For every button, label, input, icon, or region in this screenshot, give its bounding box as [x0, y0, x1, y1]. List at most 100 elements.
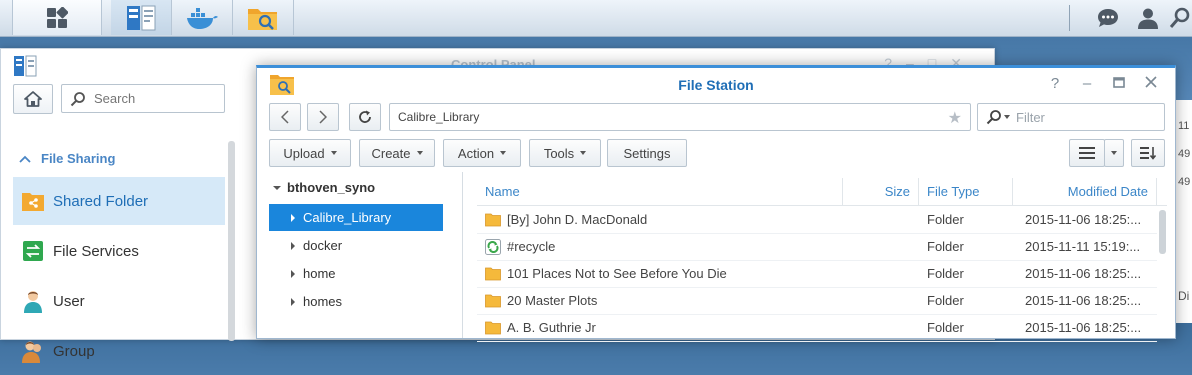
path-field[interactable]: Calibre_Library ★ [389, 103, 971, 131]
tree-node-calibre-library[interactable]: Calibre_Library [269, 204, 443, 231]
file-type-cell: Folder [927, 266, 964, 281]
home-icon [24, 91, 42, 107]
column-name[interactable]: Name [477, 178, 843, 205]
column-file-type[interactable]: File Type [919, 178, 1013, 205]
maximize-button[interactable] [1103, 74, 1135, 94]
folder-tree: bthoven_syno Calibre_Library docker home… [257, 172, 463, 338]
taskbar [0, 0, 1192, 37]
file-type-cell: Folder [927, 293, 964, 308]
chevron-down-icon [580, 151, 587, 155]
sidebar-item-group[interactable]: Group [13, 327, 225, 375]
sidebar-item-file-services[interactable]: File Services [13, 227, 225, 275]
edge-text: 49 [1178, 176, 1191, 188]
minimize-button[interactable]: – [1071, 74, 1103, 94]
favorite-star-icon[interactable]: ★ [948, 108, 962, 128]
section-label: File Sharing [41, 151, 116, 166]
main-menu-button[interactable] [12, 0, 102, 35]
table-row[interactable]: 20 Master Plots Folder 2015-11-06 18:25:… [477, 287, 1157, 315]
chevron-left-icon [281, 110, 289, 124]
file-name-cell: A. B. Guthrie Jr [485, 314, 841, 341]
file-station-titlebar[interactable]: File Station ? – [257, 68, 1175, 102]
tools-button[interactable]: Tools [529, 139, 601, 167]
back-button[interactable] [269, 103, 301, 131]
window-controls: ? – [1039, 74, 1167, 94]
taskbar-divider [1069, 5, 1070, 31]
control-panel-icon [127, 5, 156, 30]
tree-node-homes[interactable]: homes [269, 288, 443, 315]
tree-node-home[interactable]: home [269, 260, 443, 287]
modified-date-cell: 2015-11-11 15:19:... [1025, 239, 1141, 254]
taskbar-control-panel[interactable] [111, 0, 172, 35]
search-icon [1169, 7, 1190, 28]
file-name: 20 Master Plots [507, 293, 598, 308]
tree-root[interactable]: bthoven_syno [273, 180, 375, 195]
action-label: Action [457, 145, 495, 161]
table-row[interactable]: #recycle Folder 2015-11-11 15:19:... [477, 233, 1157, 261]
list-view-icon [1079, 147, 1095, 159]
sidebar-item-label: Shared Folder [53, 192, 149, 210]
column-size[interactable]: Size [843, 178, 919, 205]
view-mode-button[interactable] [1069, 139, 1105, 167]
table-row[interactable]: 101 Places Not to See Before You Die Fol… [477, 260, 1157, 288]
chevron-up-icon [19, 155, 31, 163]
file-station-title: File Station [678, 77, 754, 93]
control-panel-search-input[interactable] [92, 90, 216, 107]
file-list-header: Name Size File Type Modified Date [477, 178, 1167, 206]
chevron-down-icon [1111, 151, 1117, 155]
edge-text: 49 [1178, 148, 1191, 160]
table-row[interactable]: [By] John D. MacDonald Folder 2015-11-06… [477, 206, 1157, 234]
file-list: Name Size File Type Modified Date [By] J… [477, 172, 1167, 342]
upload-button[interactable]: Upload [269, 139, 351, 167]
file-name-cell: #recycle [485, 233, 841, 260]
notifications-button[interactable] [1088, 0, 1128, 36]
file-type-cell: Folder [927, 320, 964, 335]
maximize-icon [1113, 77, 1125, 88]
sort-icon [1140, 147, 1156, 160]
table-row[interactable]: A. B. Guthrie Jr Folder 2015-11-06 18:25… [477, 314, 1157, 342]
recycle-bin-icon [485, 238, 501, 255]
file-list-scrollbar[interactable] [1159, 210, 1166, 254]
file-type-cell: Folder [927, 212, 964, 227]
filter-field[interactable]: Filter [977, 103, 1165, 131]
help-button[interactable]: ? [1039, 74, 1071, 94]
tree-root-label: bthoven_syno [287, 180, 376, 195]
taskbar-docker[interactable] [172, 0, 233, 35]
search-icon [70, 91, 85, 106]
column-modified-label: Modified Date [1067, 184, 1148, 199]
control-panel-search[interactable] [61, 84, 225, 113]
tree-node-label: Calibre_Library [303, 210, 392, 225]
collapse-arrow-icon [291, 269, 295, 278]
path-text: Calibre_Library [398, 110, 480, 124]
settings-button[interactable]: Settings [607, 139, 687, 167]
sort-button[interactable] [1131, 139, 1165, 167]
user-menu-button[interactable] [1128, 0, 1168, 36]
expand-icon [273, 185, 281, 190]
column-modified-date[interactable]: Modified Date [1013, 178, 1157, 205]
folder-icon [485, 213, 501, 226]
close-button[interactable] [1135, 74, 1167, 94]
file-name-cell: [By] John D. MacDonald [485, 206, 841, 233]
view-mode-dropdown[interactable] [1104, 139, 1124, 167]
group-icon [21, 339, 45, 363]
action-button[interactable]: Action [443, 139, 521, 167]
docker-icon [187, 7, 218, 29]
tree-node-label: homes [303, 294, 343, 309]
tree-node-label: docker [303, 238, 343, 253]
sidebar-item-shared-folder[interactable]: Shared Folder [13, 177, 225, 225]
user-icon [1138, 8, 1158, 29]
sidebar-item-label: User [53, 292, 85, 310]
taskbar-file-station[interactable] [233, 0, 294, 35]
folder-icon [485, 267, 501, 280]
tree-node-label: home [303, 266, 336, 281]
home-button[interactable] [13, 84, 53, 114]
refresh-button[interactable] [349, 103, 381, 131]
sidebar-item-user[interactable]: User [13, 277, 225, 325]
global-search-button[interactable] [1168, 0, 1192, 36]
modified-date-cell: 2015-11-06 18:25:... [1025, 212, 1142, 227]
control-panel-sidebar-scrollbar[interactable] [228, 141, 235, 341]
file-sharing-section-header[interactable]: File Sharing [19, 151, 115, 166]
control-panel-icon [14, 55, 37, 77]
forward-button[interactable] [307, 103, 339, 131]
create-button[interactable]: Create [359, 139, 435, 167]
tree-node-docker[interactable]: docker [269, 232, 443, 259]
